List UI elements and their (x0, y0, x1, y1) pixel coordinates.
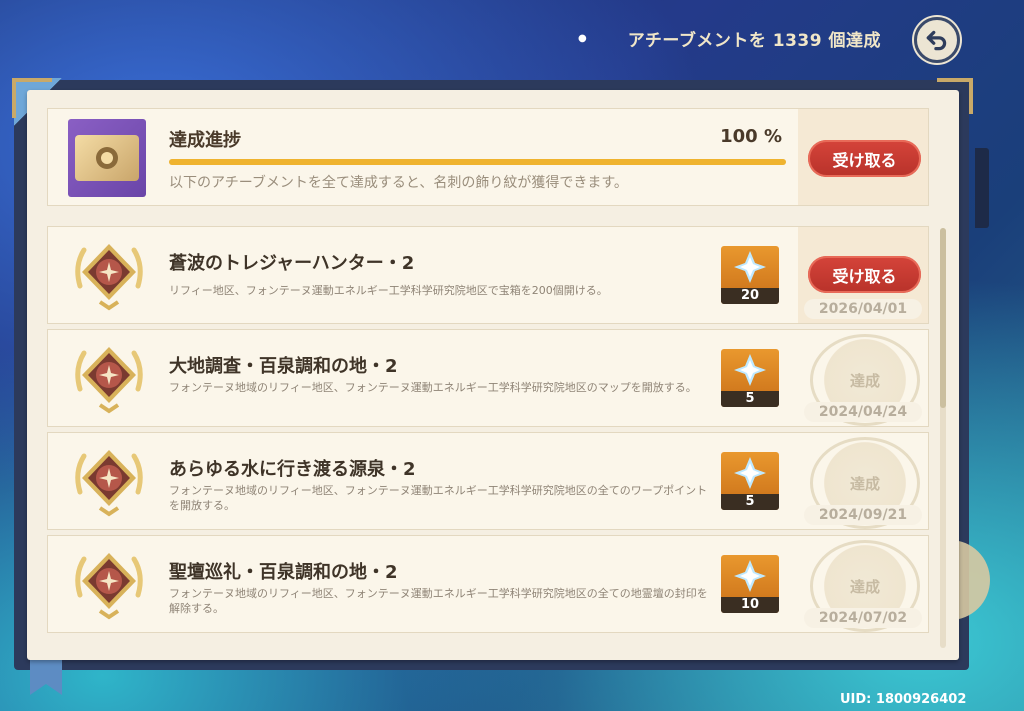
achievement-date: 2024/04/24 (804, 402, 922, 422)
achievement-row: あらゆる水に行き渡る源泉・2 フォンテーヌ地域のリフィー地区、フォンテーヌ運動エ… (47, 432, 929, 530)
primogem-icon (734, 354, 766, 386)
progress-percent: 100 % (720, 126, 782, 147)
claim-reward-button[interactable]: 受け取る (808, 256, 921, 293)
back-button[interactable] (914, 17, 960, 63)
achievement-count-summary: アチーブメントを 1339 個達成 (627, 31, 881, 51)
achievement-title: 蒼波のトレジャーハンター・2 (169, 253, 415, 274)
scrollbar-thumb[interactable] (940, 228, 946, 408)
achievement-date: 2024/09/21 (804, 505, 922, 525)
achievement-medal-icon (75, 450, 143, 517)
progress-title: 達成進捗 (169, 130, 241, 151)
achievement-row: 大地調査・百泉調和の地・2 フォンテーヌ地域のリフィー地区、フォンテーヌ運動エネ… (47, 329, 929, 427)
namecard-reward-icon (68, 119, 146, 197)
achievement-date: 2026/04/01 (804, 299, 922, 319)
achievement-description: フォンテーヌ地域のリフィー地区、フォンテーヌ運動エネルギー工学科学研究院地区の全… (169, 484, 708, 512)
player-uid: UID: 1800926402 (840, 692, 967, 707)
primogem-reward: 20 (721, 246, 779, 304)
achievement-date: 2024/07/02 (804, 608, 922, 628)
reward-count: 5 (721, 494, 779, 510)
achievement-row: 蒼波のトレジャーハンター・2 リフィー地区、フォンテーヌ運動エネルギー工学科学研… (47, 226, 929, 324)
achievement-medal-icon (75, 347, 143, 414)
achievement-description: フォンテーヌ地域のリフィー地区、フォンテーヌ運動エネルギー工学科学研究院地区の全… (169, 587, 708, 615)
category-progress-card: 達成進捗 100 % 以下のアチーブメントを全て達成すると、名刺の飾り紋が獲得で… (47, 108, 929, 206)
primogem-reward: 5 (721, 349, 779, 407)
achievement-description: フォンテーヌ地域のリフィー地区、フォンテーヌ運動エネルギー工学科学研究院地区のマ… (169, 381, 697, 394)
reward-count: 5 (721, 391, 779, 407)
achievement-medal-icon (75, 244, 143, 311)
top-bar: ● アチーブメントを 1339 個達成 (0, 0, 1024, 80)
primogem-icon (734, 560, 766, 592)
progress-bar (169, 159, 786, 165)
completed-label: 達成 (849, 577, 880, 596)
decorative-dot: ● (578, 33, 587, 44)
book-side-tab (975, 148, 989, 228)
achievement-title: 大地調査・百泉調和の地・2 (169, 356, 398, 377)
achievement-title: 聖壇巡礼・百泉調和の地・2 (169, 562, 398, 583)
claim-namecard-button[interactable]: 受け取る (808, 140, 921, 177)
progress-description: 以下のアチーブメントを全て達成すると、名刺の飾り紋が獲得できます。 (169, 175, 628, 191)
primogem-icon (734, 457, 766, 489)
primogem-icon (734, 251, 766, 283)
reward-count: 10 (721, 597, 779, 613)
achievement-row: 聖壇巡礼・百泉調和の地・2 フォンテーヌ地域のリフィー地区、フォンテーヌ運動エネ… (47, 535, 929, 633)
progress-bar-fill (169, 159, 786, 165)
achievement-title: あらゆる水に行き渡る源泉・2 (169, 459, 416, 480)
back-arrow-icon (926, 30, 947, 51)
primogem-reward: 5 (721, 452, 779, 510)
reward-count: 20 (721, 288, 779, 304)
achievement-medal-icon (75, 553, 143, 620)
completed-label: 達成 (849, 371, 880, 390)
primogem-reward: 10 (721, 555, 779, 613)
completed-label: 達成 (849, 474, 880, 493)
achievement-description: リフィー地区、フォンテーヌ運動エネルギー工学科学研究院地区で宝箱を200個開ける… (169, 284, 608, 297)
list-scrollbar[interactable] (940, 228, 946, 648)
